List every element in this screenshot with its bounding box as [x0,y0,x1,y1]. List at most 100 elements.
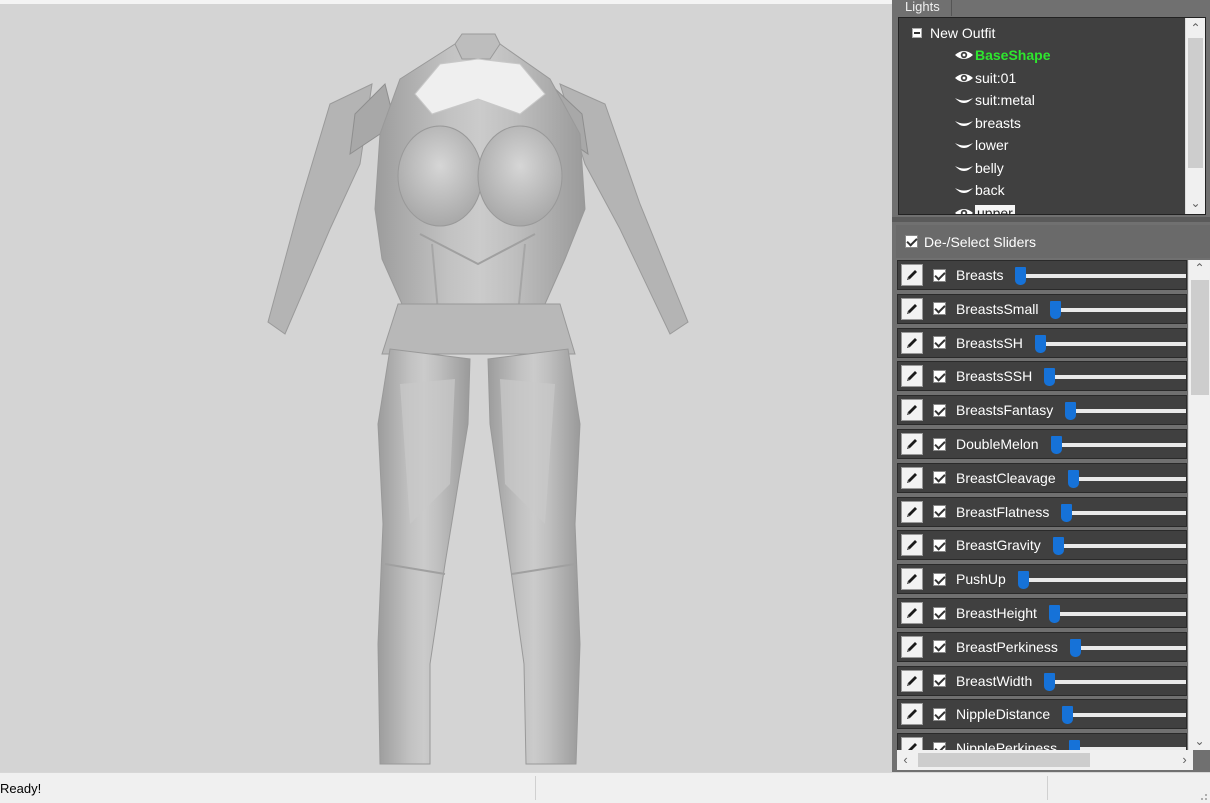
edit-slider-button[interactable] [901,500,923,523]
eye-closed-icon[interactable] [954,183,974,197]
slider-checkbox[interactable] [933,538,946,552]
tree-item[interactable]: suit:metal [954,90,1035,110]
slider-thumb[interactable] [1065,402,1076,421]
edit-slider-button[interactable] [901,568,923,591]
eye-closed-icon[interactable] [954,93,974,107]
slider-thumb[interactable] [1070,638,1081,657]
edit-slider-button[interactable] [901,602,923,624]
slider-track[interactable] [1069,409,1186,414]
slider-track[interactable] [1054,307,1186,312]
edit-slider-button[interactable] [901,264,923,286]
slider-vertical-scrollbar[interactable]: ⌃ ⌄ [1188,260,1210,750]
slider-row: DoubleMelon [897,429,1187,459]
slider-checkbox[interactable] [933,505,946,519]
tree-item-label: lower [975,137,1009,153]
scroll-right-arrow-icon[interactable]: › [1176,750,1193,770]
collapse-icon[interactable] [912,28,922,38]
slider-track[interactable] [1048,679,1186,684]
tree-vertical-scrollbar[interactable]: ⌃ ⌄ [1185,18,1205,214]
slider-track[interactable] [1019,274,1186,278]
tree-item[interactable]: suit:01 [954,68,1016,88]
slider-thumb[interactable] [1061,503,1072,522]
slider-checkbox[interactable] [933,403,946,417]
panel-splitter[interactable] [892,217,1210,222]
slider-thumb[interactable] [1050,300,1061,319]
tree-item[interactable]: breasts [954,113,1021,133]
select-all-sliders[interactable]: De-/Select Sliders [896,225,1210,258]
scroll-down-arrow-icon[interactable]: ⌄ [1186,195,1205,212]
slider-track[interactable] [1072,476,1186,481]
slider-thumb[interactable] [1068,469,1079,488]
slider-checkbox[interactable] [933,640,946,654]
slider-thumb[interactable] [1069,740,1080,750]
edit-slider-button[interactable] [901,331,923,354]
slider-thumb[interactable] [1035,334,1046,353]
slider-thumb[interactable] [1062,706,1073,725]
scroll-left-arrow-icon[interactable]: ‹ [897,750,914,770]
eye-closed-icon[interactable] [954,138,974,152]
edit-slider-button[interactable] [901,635,923,658]
tree-scroll-thumb[interactable] [1188,38,1203,168]
scroll-down-arrow-icon[interactable]: ⌄ [1189,733,1210,750]
tree-item[interactable]: lower [954,135,1008,155]
slider-track[interactable] [1039,341,1186,346]
scroll-up-arrow-icon[interactable]: ⌃ [1189,260,1210,277]
eye-open-icon[interactable] [954,71,974,85]
edit-slider-button[interactable] [901,534,923,557]
horizontal-scroll-thumb[interactable] [918,753,1090,767]
slider-track[interactable] [1074,645,1186,650]
slider-thumb[interactable] [1018,571,1029,590]
slider-track[interactable] [1053,612,1186,616]
slider-checkbox[interactable] [933,707,946,721]
edit-slider-button[interactable] [901,365,923,388]
eye-closed-icon[interactable] [954,161,974,175]
slider-track[interactable] [1022,578,1186,583]
resize-grip-icon[interactable] [1198,791,1208,801]
tree-item[interactable]: belly [954,158,1004,178]
tree-item[interactable]: BaseShape [954,45,1050,65]
eye-open-icon[interactable] [954,206,974,216]
slider-checkbox[interactable] [933,336,946,350]
edit-slider-button[interactable] [901,433,923,455]
edit-slider-button[interactable] [901,703,923,726]
pencil-icon [907,371,917,382]
tree-item[interactable]: back [954,180,1005,200]
scroll-up-arrow-icon[interactable]: ⌃ [1186,20,1205,37]
slider-checkbox[interactable] [933,572,946,586]
slider-track[interactable] [1057,544,1186,549]
status-bar: Ready! [0,772,1210,803]
tree-root-outfit[interactable]: New Outfit [912,24,995,42]
slider-thumb[interactable] [1049,605,1060,623]
3d-viewport[interactable] [0,0,892,772]
slider-track[interactable] [1066,713,1186,718]
tree-item[interactable]: upper [954,203,1015,216]
slider-checkbox[interactable] [933,606,946,620]
tab-lights[interactable]: Lights [899,0,952,16]
slider-checkbox[interactable] [933,369,946,383]
slider-checkbox[interactable] [933,437,946,451]
eye-closed-icon[interactable] [954,116,974,130]
slider-checkbox[interactable] [933,741,946,750]
select-all-checkbox[interactable] [905,235,918,248]
edit-slider-button[interactable] [901,297,923,320]
slider-thumb[interactable] [1015,267,1026,285]
edit-slider-button[interactable] [901,466,923,489]
slider-horizontal-scrollbar[interactable]: ‹ › [897,750,1193,770]
slider-track[interactable] [1048,375,1186,380]
slider-checkbox[interactable] [933,268,946,282]
slider-checkbox[interactable] [933,302,946,316]
slider-track[interactable] [1055,443,1186,447]
slider-thumb[interactable] [1044,672,1055,691]
eye-open-icon[interactable] [954,48,974,62]
slider-scroll-thumb[interactable] [1191,280,1209,395]
slider-track[interactable] [1065,510,1186,515]
slider-checkbox[interactable] [933,674,946,688]
shape-tree: New Outfit BaseShape suit:01 suit:metal bre… [898,17,1206,215]
slider-thumb[interactable] [1053,537,1064,556]
slider-thumb[interactable] [1051,436,1062,454]
edit-slider-button[interactable] [901,399,923,422]
slider-thumb[interactable] [1044,368,1055,387]
edit-slider-button[interactable] [901,737,923,750]
slider-checkbox[interactable] [933,471,946,485]
edit-slider-button[interactable] [901,669,923,692]
